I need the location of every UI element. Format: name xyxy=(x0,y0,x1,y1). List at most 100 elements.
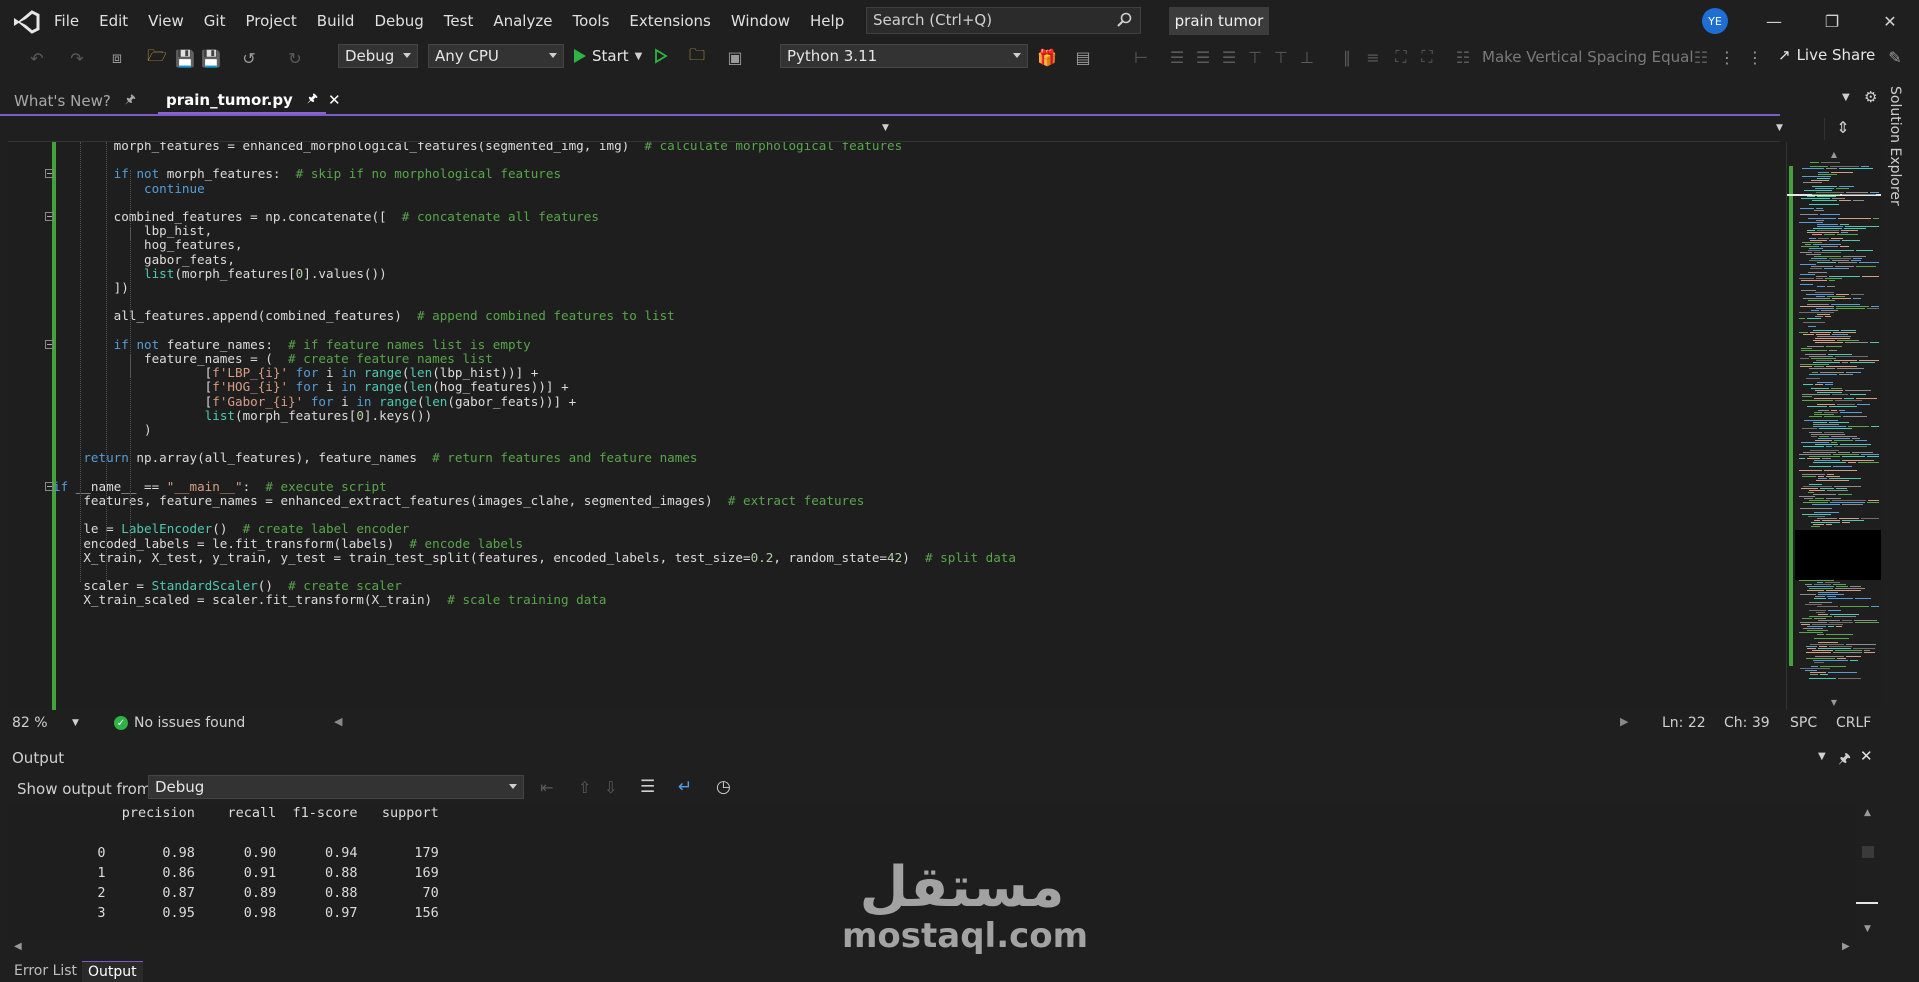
chevron-down-icon[interactable]: ▼ xyxy=(72,718,79,728)
menu-project[interactable]: Project xyxy=(235,12,306,30)
align-icon[interactable]: ⊢ xyxy=(1130,46,1152,68)
live-share-button[interactable]: ↗ Live Share xyxy=(1778,46,1875,64)
pin-icon[interactable]: 🖈 xyxy=(1838,748,1851,772)
menu-view[interactable]: View xyxy=(138,12,194,30)
align-right-icon[interactable]: ☰ xyxy=(1218,46,1240,68)
platform-dropdown[interactable]: Any CPU xyxy=(428,44,564,68)
code-editor[interactable]: morph_features = enhanced_morphological_… xyxy=(8,142,1788,710)
collapse-icon[interactable] xyxy=(45,481,54,491)
start-button[interactable]: Start ▼ xyxy=(574,44,642,68)
avatar[interactable]: YE xyxy=(1702,8,1728,34)
menu-git[interactable]: Git xyxy=(194,12,236,30)
vertical-spacing-icon[interactable]: ≡ xyxy=(1362,46,1384,68)
previous-message-icon[interactable]: ⇧ xyxy=(578,778,591,797)
line-ending[interactable]: CRLF xyxy=(1836,715,1871,731)
minimap-scrollbar[interactable]: ▲ ▼ xyxy=(1786,142,1881,710)
save-all-icon[interactable]: 💾 xyxy=(200,47,222,69)
back-icon[interactable]: ↶ xyxy=(26,47,48,69)
chevron-down-icon[interactable]: ▼ xyxy=(1776,123,1783,133)
menu-debug[interactable]: Debug xyxy=(364,12,433,30)
size-icon-2[interactable]: ⛶ xyxy=(1416,46,1438,68)
whitespace-mode[interactable]: SPC xyxy=(1790,715,1817,731)
align-center-icon[interactable]: ☰ xyxy=(1192,46,1214,68)
tab-prain-tumor-py[interactable]: prain_tumor.py 🖈 ✕ xyxy=(158,87,341,114)
menu-file[interactable]: File xyxy=(44,12,89,30)
scroll-right-icon[interactable]: ▶ xyxy=(1620,715,1628,728)
redo-icon[interactable]: ↻ xyxy=(284,47,306,69)
make-vertical-spacing-equal-button[interactable]: Make Vertical Spacing Equal xyxy=(1482,48,1694,66)
line-number[interactable]: Ln: 22 xyxy=(1662,715,1706,731)
horizontal-spacing-icon[interactable]: ∥ xyxy=(1336,46,1358,68)
spacing-icon-2[interactable]: ☷ xyxy=(1690,46,1712,68)
python-environment-dropdown[interactable]: Python 3.11 xyxy=(780,44,1028,68)
issues-status[interactable]: No issues found xyxy=(134,715,245,731)
align-middle-icon[interactable]: ⊤ xyxy=(1270,46,1292,68)
menu-build[interactable]: Build xyxy=(307,12,365,30)
restore-icon[interactable]: ❐ xyxy=(1815,8,1849,34)
window-layout-icon[interactable]: ▣ xyxy=(724,46,746,68)
split-editor-icon[interactable]: ⇕ xyxy=(1824,118,1861,140)
pin-icon[interactable]: 🖈 xyxy=(307,89,318,110)
feedback-icon[interactable]: ✎ xyxy=(1884,46,1906,68)
menu-tools[interactable]: Tools xyxy=(562,12,619,30)
find-message-icon[interactable]: ⇤ xyxy=(540,778,553,797)
overflow-icon-2[interactable]: ⋮ xyxy=(1744,46,1766,68)
clear-all-icon[interactable]: ☰ xyxy=(640,777,655,797)
project-name-badge[interactable]: prain tumor xyxy=(1169,7,1269,35)
scroll-down-icon[interactable]: ▼ xyxy=(1787,698,1881,707)
start-without-debugging-button[interactable] xyxy=(654,48,668,68)
menu-window[interactable]: Window xyxy=(721,12,800,30)
output-vertical-scrollbar[interactable]: ▲ ▼ xyxy=(1856,804,1880,940)
close-pane-icon[interactable]: ✕ xyxy=(1860,747,1873,765)
align-top-icon[interactable]: ⊤ xyxy=(1244,46,1266,68)
column-number[interactable]: Ch: 39 xyxy=(1724,715,1770,731)
undo-icon[interactable]: ↺ xyxy=(238,47,260,69)
scroll-up-icon[interactable]: ▲ xyxy=(1787,150,1881,159)
chevron-down-icon[interactable]: ▼ xyxy=(1818,751,1826,762)
menu-extensions[interactable]: Extensions xyxy=(619,12,720,30)
pin-icon[interactable]: 🖈 xyxy=(125,90,136,111)
menu-help[interactable]: Help xyxy=(800,12,854,30)
tab-list-chevron-icon[interactable]: ▼ xyxy=(1842,92,1850,103)
close-icon[interactable]: ✕ xyxy=(1873,8,1907,34)
align-left-icon[interactable]: ☰ xyxy=(1166,46,1188,68)
forward-icon[interactable]: ↷ xyxy=(66,47,88,69)
output-source-dropdown[interactable]: Debug xyxy=(148,775,524,799)
timestamp-icon[interactable]: ◷ xyxy=(716,777,731,797)
tab-output[interactable]: Output xyxy=(82,961,143,982)
size-icon[interactable]: ⛶ xyxy=(1390,46,1412,68)
save-icon[interactable]: 💾 xyxy=(174,47,196,69)
settings-gear-icon[interactable]: ⚙ xyxy=(1864,88,1877,106)
scroll-thumb[interactable] xyxy=(1862,846,1874,858)
collapse-icon[interactable] xyxy=(45,169,54,179)
configuration-dropdown[interactable]: Debug xyxy=(338,44,418,68)
folder-view-icon[interactable]: 🗀 xyxy=(686,45,708,68)
collapse-icon[interactable] xyxy=(45,339,54,349)
solution-explorer-tab[interactable]: Solution Explorer xyxy=(1887,86,1905,216)
menu-analyze[interactable]: Analyze xyxy=(483,12,562,30)
spacing-icon[interactable]: ☷ xyxy=(1452,46,1474,68)
open-folder-icon[interactable]: 🗁 xyxy=(146,46,168,69)
menu-edit[interactable]: Edit xyxy=(89,12,138,30)
package-icon[interactable]: 🎁 xyxy=(1036,46,1058,68)
layout-icon[interactable]: ▤ xyxy=(1072,46,1094,68)
scroll-left-icon[interactable]: ◀ xyxy=(14,941,22,952)
scroll-down-icon[interactable]: ▼ xyxy=(1864,924,1871,934)
tab-error-list[interactable]: Error List xyxy=(8,961,83,981)
minimap-viewport[interactable] xyxy=(1795,530,1881,580)
scroll-left-icon[interactable]: ◀ xyxy=(334,715,342,728)
scroll-up-icon[interactable]: ▲ xyxy=(1864,808,1871,818)
search-input[interactable]: Search (Ctrl+Q) xyxy=(866,7,1141,34)
minimize-icon[interactable]: — xyxy=(1757,8,1791,34)
next-message-icon[interactable]: ⇩ xyxy=(604,778,617,797)
align-bottom-icon[interactable]: ⊥ xyxy=(1296,46,1318,68)
chevron-down-icon[interactable]: ▼ xyxy=(882,123,889,133)
new-item-icon[interactable]: ⧈ xyxy=(106,47,128,69)
menu-test[interactable]: Test xyxy=(434,12,484,30)
word-wrap-icon[interactable]: ↵ xyxy=(678,777,692,797)
scroll-right-icon[interactable]: ▶ xyxy=(1842,941,1850,952)
close-tab-icon[interactable]: ✕ xyxy=(328,91,341,109)
tab-whats-new[interactable]: What's New? 🖈 xyxy=(6,87,156,114)
overflow-icon[interactable]: ⋮ xyxy=(1716,46,1738,68)
zoom-level[interactable]: 82 % xyxy=(12,715,48,731)
